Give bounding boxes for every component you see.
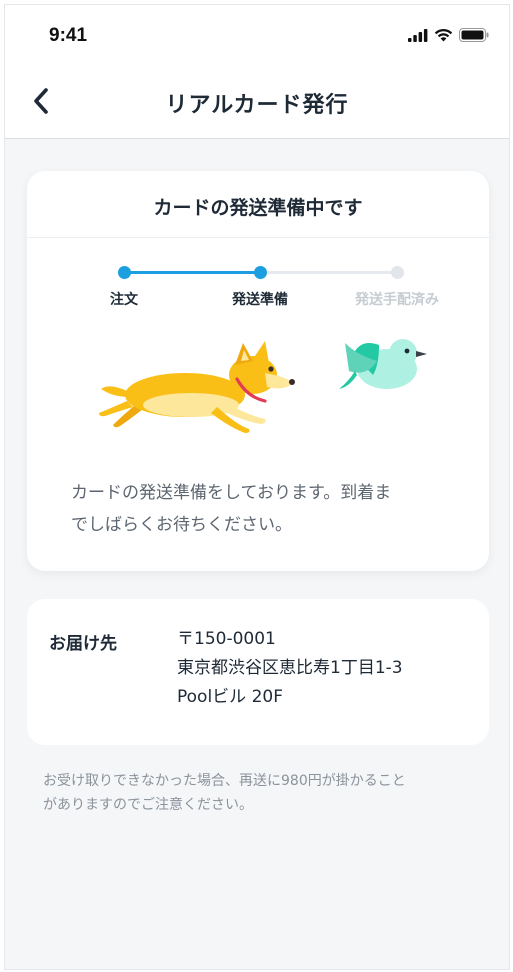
delivery-address-card: お届け先 〒150-0001 東京都渋谷区恵比寿1丁目1-3 Poolビル 20… xyxy=(27,599,489,745)
address-line: Poolビル 20F xyxy=(177,687,283,707)
step-label-preparing: 発送準備 xyxy=(232,292,288,308)
notice-line: お受け取りできなかった場合、再送に980円が掛かること xyxy=(43,773,406,789)
address-label: お届け先 xyxy=(49,634,117,654)
step-dot-preparing xyxy=(254,266,267,279)
status-message-line: カードの発送準備をしております。到着ま xyxy=(71,483,392,503)
step-line-pending xyxy=(260,271,397,274)
step-label-order: 注文 xyxy=(110,292,138,308)
battery-icon xyxy=(459,28,489,42)
top-area: 9:41 リアルカード発行 xyxy=(5,5,509,139)
step-dot-shipped xyxy=(391,266,404,279)
address-line: 東京都渋谷区恵比寿1丁目1-3 xyxy=(177,658,403,678)
notice-line: がありますのでご注意ください。 xyxy=(43,797,253,813)
status-icons xyxy=(408,28,489,42)
app-screen: 9:41 リアルカード発行 カードの発送準備中です 注文 発送準備 発送手配済み… xyxy=(4,4,510,970)
status-bar: 9:41 xyxy=(5,5,509,63)
bird-illustration xyxy=(339,339,427,389)
wifi-icon xyxy=(434,28,453,42)
card-title: カードの発送準備中です xyxy=(153,197,363,219)
redelivery-notice: お受け取りできなかった場合、再送に980円が掛かること がありますのでご注意くだ… xyxy=(43,769,483,817)
dog-illustration xyxy=(99,341,295,433)
page-title: リアルカード発行 xyxy=(165,93,349,118)
postal-code: 〒150-0001 xyxy=(177,629,276,649)
status-message-line: でしばらくお待ちください。 xyxy=(71,515,292,535)
nav-bar: リアルカード発行 xyxy=(5,71,509,131)
step-line-completed xyxy=(125,271,260,274)
step-label-shipped: 発送手配済み xyxy=(355,292,439,308)
progress-stepper: 注文 発送準備 発送手配済み xyxy=(27,263,489,308)
status-message: カードの発送準備をしております。到着ま でしばらくお待ちください。 xyxy=(71,477,451,541)
signal-icon xyxy=(408,28,428,42)
shipping-status-card: カードの発送準備中です 注文 発送準備 発送手配済み カードの発送準備をしており… xyxy=(27,171,489,571)
illustration xyxy=(99,339,427,433)
status-time: 9:41 xyxy=(49,25,88,46)
address-lines: 〒150-0001 東京都渋谷区恵比寿1丁目1-3 Poolビル 20F xyxy=(177,625,403,712)
step-dot-order xyxy=(118,266,131,279)
divider xyxy=(27,237,489,238)
